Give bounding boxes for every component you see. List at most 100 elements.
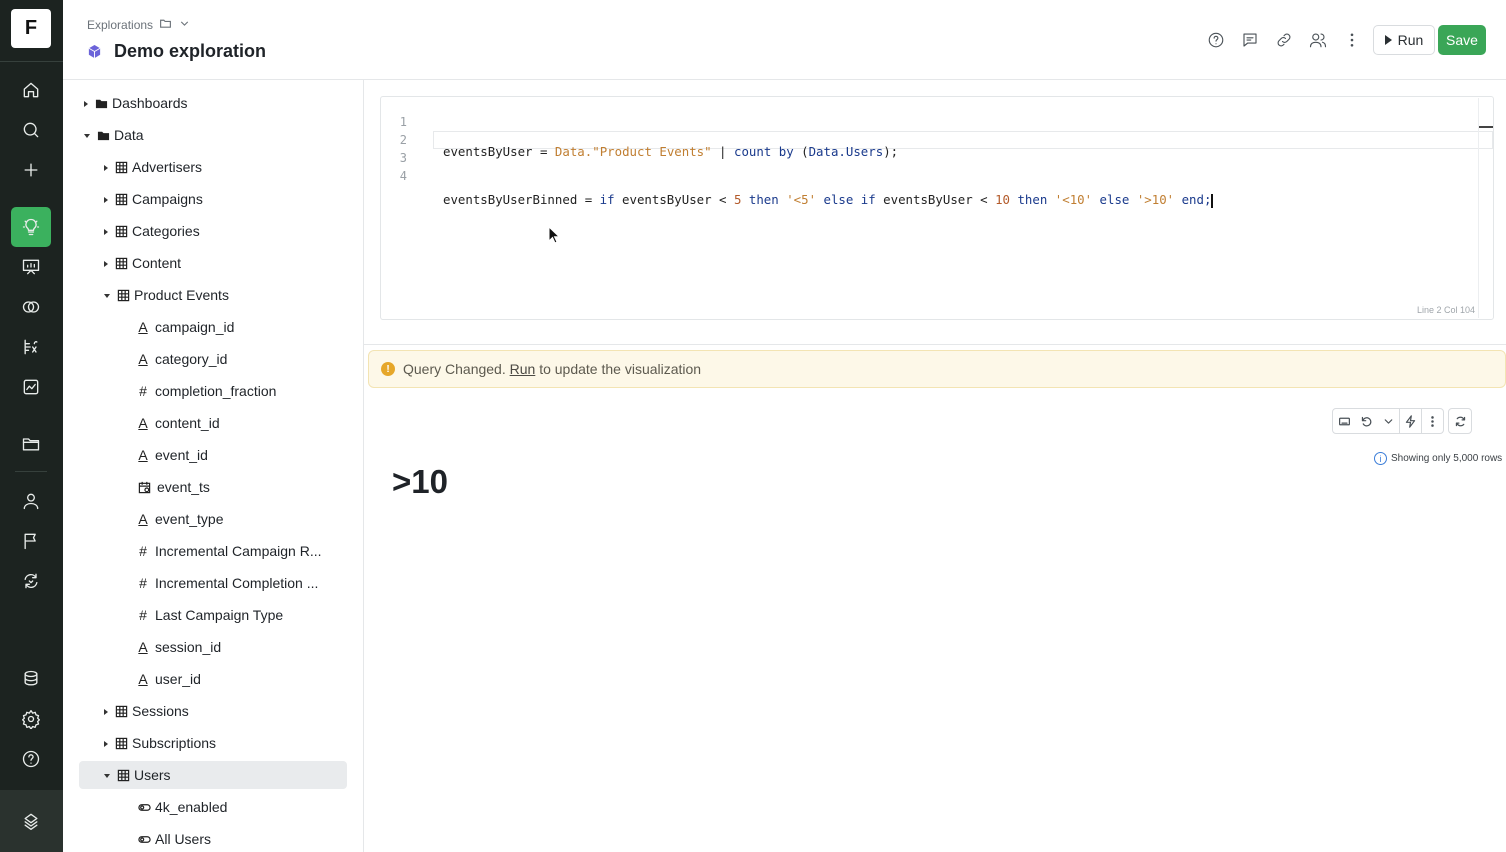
tree-item[interactable]: Content [79,249,347,277]
lightbulb-icon[interactable] [11,207,51,247]
rail-footer [0,790,63,852]
code-editor[interactable]: 1 2 3 4 eventsByUser = Data."Product Eve… [380,96,1494,320]
chevron-down-icon[interactable] [178,17,191,33]
save-button[interactable]: Save [1438,25,1486,55]
caret-down-icon[interactable] [104,774,110,778]
link-icon[interactable] [1274,28,1294,52]
tree-item-label: campaign_id [155,319,235,335]
caret-down-icon[interactable] [84,134,90,138]
tree-item[interactable]: # completion_fraction [79,377,347,405]
string-type-icon: A [138,447,148,463]
token: Data. [554,144,593,159]
presentation-icon[interactable] [11,247,51,287]
caret-right-icon[interactable] [104,197,108,203]
editor-scrollbar-track[interactable] [1478,98,1479,318]
tree-item[interactable]: event_ts [79,473,347,501]
chart-icon[interactable] [11,367,51,407]
caret-right-icon[interactable] [104,229,108,235]
caret-right-icon[interactable] [104,709,108,715]
notice-text-before: Query Changed. [403,361,506,377]
table-icon [114,224,128,238]
page-title-text[interactable]: Demo exploration [114,41,266,62]
tree-item[interactable]: Acategory_id [79,345,347,373]
users-icon[interactable] [1308,28,1328,52]
panel-divider[interactable] [364,344,1506,345]
chevron-down-icon[interactable] [1377,409,1399,433]
bolt-icon[interactable] [1399,409,1421,433]
caret-down-icon[interactable] [104,294,110,298]
token: then [1017,192,1048,207]
app-logo[interactable]: F [11,9,51,48]
page-header: Explorations Demo exploration Run Save [63,0,1506,80]
info-icon[interactable]: i [1374,452,1387,465]
breadcrumb-explorations[interactable]: Explorations [87,18,153,32]
caret-right-icon[interactable] [104,165,108,171]
run-button-label: Run [1397,32,1424,48]
tree-item[interactable]: Campaigns [79,185,347,213]
gear-icon[interactable] [11,699,51,739]
tree-item[interactable]: Data [79,121,347,149]
overlap-icon[interactable] [11,287,51,327]
tree-item[interactable]: Asession_id [79,633,347,661]
caret-right-icon[interactable] [104,261,108,267]
flag-icon[interactable] [11,521,51,561]
token: '<10' [1047,192,1100,207]
tree-item[interactable]: Acampaign_id [79,313,347,341]
tree-item[interactable]: Auser_id [79,665,347,693]
tree-item-label: content_id [155,415,220,431]
tree-item[interactable]: Dashboards [79,89,347,117]
data-tree: Dashboards Data Advertisers Campaigns Catego… [63,80,364,852]
run-button[interactable]: Run [1373,25,1435,55]
tree-item[interactable]: All Users [79,825,347,852]
tree-item[interactable]: Advertisers [79,153,347,181]
brand-icon[interactable] [11,801,51,841]
more-icon[interactable] [1342,28,1362,52]
help-icon[interactable] [11,739,51,779]
help-icon[interactable] [1206,28,1226,52]
table-icon [114,704,128,718]
database-icon[interactable] [11,659,51,699]
undo-icon[interactable] [1355,409,1377,433]
tree-item[interactable]: # Last Campaign Type [79,601,347,629]
user-icon[interactable] [11,481,51,521]
token: if [599,192,615,207]
tree-item[interactable]: Product Events [79,281,347,309]
plus-icon[interactable] [11,150,51,190]
tree-item[interactable]: # Incremental Completion ... [79,569,347,597]
folder-icon[interactable] [159,17,172,33]
tree-item-label: Last Campaign Type [155,607,284,623]
tree-item[interactable]: Aevent_type [79,505,347,533]
keyboard-icon[interactable] [1333,409,1355,433]
mouse-pointer-icon [548,226,560,244]
editor-scrollbar-marker[interactable] [1479,126,1493,128]
caret-right-icon[interactable] [104,741,108,747]
formula-icon[interactable] [11,327,51,367]
caret-right-icon[interactable] [84,101,88,107]
more-icon[interactable] [1421,409,1443,433]
comment-icon[interactable] [1240,28,1260,52]
datetime-type-icon [137,480,151,494]
code-content[interactable]: eventsByUser = Data."Product Events" | c… [443,113,1213,335]
number-type-icon: # [139,575,147,591]
workflow-icon[interactable] [11,561,51,601]
tree-item[interactable]: Users [79,761,347,789]
token: eventsByUserBinned [443,192,578,207]
run-link[interactable]: Run [510,361,536,377]
tree-item[interactable]: # Incremental Campaign R... [79,537,347,565]
tree-item-label: session_id [155,639,222,655]
tree-item[interactable]: Subscriptions [79,729,347,757]
tree-item[interactable]: Aevent_id [79,441,347,469]
refresh-icon[interactable] [1449,409,1471,433]
tree-item[interactable]: Categories [79,217,347,245]
folder-icon[interactable] [11,424,51,464]
token: < [719,192,727,207]
tree-item[interactable]: Acontent_id [79,409,347,437]
token: = [577,192,600,207]
string-type-icon: A [138,639,148,655]
tree-item[interactable]: Sessions [79,697,347,725]
tree-item[interactable]: 4k_enabled [79,793,347,821]
search-icon[interactable] [11,110,51,150]
visualization-toolbar [1332,408,1472,434]
home-icon[interactable] [11,70,51,110]
